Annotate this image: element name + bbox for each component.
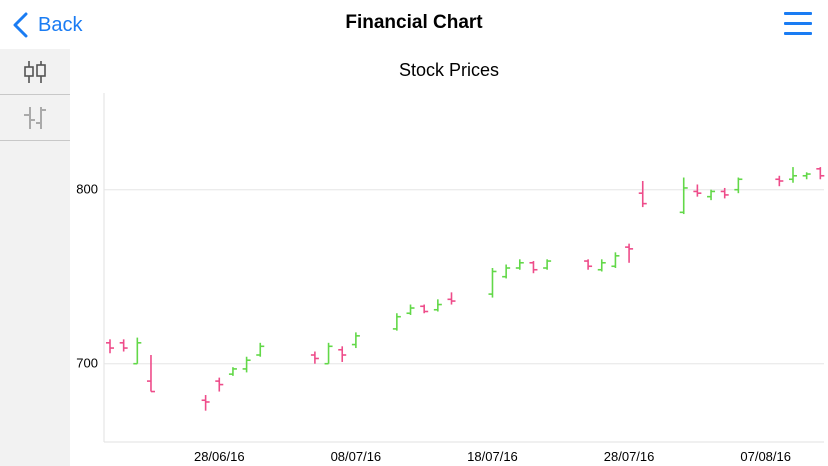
ohlc-bar (802, 172, 811, 180)
page-title: Financial Chart (345, 12, 483, 33)
ohlc-bar (789, 167, 797, 183)
ohlc-bar (420, 304, 429, 314)
ohlc-bar (447, 292, 456, 305)
grid-layer (104, 189, 824, 365)
hamburger-menu-icon (784, 22, 812, 25)
ohlc-bar (146, 355, 155, 393)
x-tick-label: 08/07/16 (331, 449, 382, 464)
ohlc-bar (433, 299, 442, 312)
ohlc-bar (543, 259, 552, 270)
ohlc-bar (228, 367, 237, 376)
ohlc-bar (392, 313, 401, 331)
hamburger-menu-icon (784, 12, 812, 15)
ohlc-bar (351, 332, 360, 349)
ohlc-bar (256, 342, 265, 357)
chart-title: Stock Prices (399, 60, 499, 80)
ohlc-bar (529, 261, 538, 274)
axis-labels-layer: 700 800 28/06/16 08/07/16 18/07/16 28/07/16 07… (76, 182, 791, 464)
x-tick-label: 07/08/16 (740, 449, 791, 464)
ohlc-bar (406, 304, 415, 315)
ohlc-bar (679, 177, 688, 215)
ohlc-bar (611, 252, 620, 268)
ohlc-bar (707, 189, 716, 201)
ohlc-bar (734, 177, 743, 194)
ohlc-bar (338, 346, 347, 362)
ohlc-bar (119, 339, 128, 352)
ohlc-bar (584, 259, 593, 270)
y-tick-label: 800 (76, 182, 98, 197)
ohlc-bars-layer (106, 167, 825, 411)
nav-bar: Back Financial Chart (0, 0, 828, 49)
x-tick-label: 28/06/16 (194, 449, 245, 464)
x-tick-label: 18/07/16 (467, 449, 518, 464)
ohlc-bar (106, 339, 114, 354)
ohlc-bar (242, 356, 251, 373)
ohlc-bar (215, 377, 224, 392)
ohlc-bar (201, 395, 210, 411)
ohlc-bar (638, 181, 647, 208)
menu-button[interactable] (784, 12, 812, 36)
ohlc-bar (324, 342, 333, 365)
ohlc-bar (693, 184, 702, 197)
y-tick-label: 700 (76, 356, 98, 371)
ohlc-bar (488, 268, 497, 298)
ohlc-bar (502, 264, 511, 279)
ohlc-bar (310, 351, 319, 364)
ohlc-bar (597, 259, 606, 272)
stock-price-chart: Stock Prices 700 800 28/06/16 08/07/16 18/07… (76, 60, 825, 464)
ohlc-bar (816, 167, 825, 180)
hamburger-menu-icon (784, 32, 812, 35)
ohlc-bar (625, 243, 634, 263)
ohlc-bar (775, 175, 784, 187)
x-tick-label: 28/07/16 (604, 449, 655, 464)
ohlc-bar (133, 337, 142, 365)
ohlc-bar (515, 259, 524, 270)
